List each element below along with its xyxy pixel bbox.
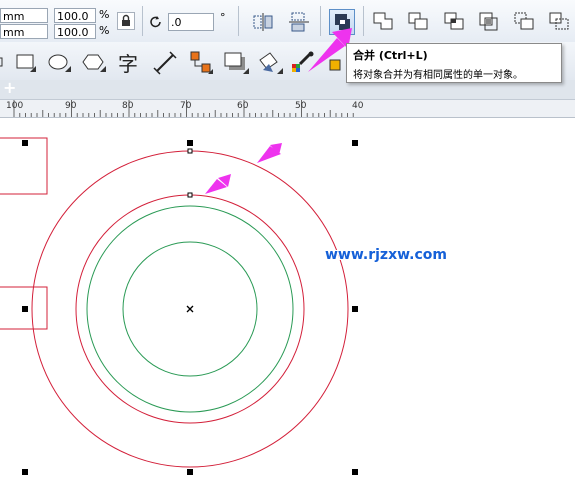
weld-icon[interactable] (372, 10, 394, 32)
ruler-label: 90 (65, 101, 77, 111)
partial-tool-icon[interactable] (0, 54, 8, 70)
ruler-label: 80 (122, 101, 134, 111)
selection-handles[interactable] (22, 140, 358, 475)
document-tab-strip: + (0, 78, 575, 100)
left-rectangle-top[interactable] (0, 137, 48, 195)
ellipse-tool-icon[interactable] (47, 52, 73, 74)
rotate-icon (150, 16, 161, 28)
rotation-field[interactable]: .0 (168, 13, 214, 31)
drawing-canvas[interactable] (0, 118, 575, 489)
ruler-label: 60 (237, 101, 249, 111)
center-marker-icon (186, 305, 194, 313)
mirror-horizontal-icon[interactable] (252, 12, 274, 32)
ruler-ticks (13, 100, 354, 117)
annotation-arrow-icon (205, 174, 231, 194)
ruler-label: 50 (295, 101, 307, 111)
transparency-tool-icon[interactable] (256, 50, 284, 76)
property-bar: mm mm 100.0 100.0 % % .0 ° (0, 0, 575, 43)
separator (363, 6, 364, 36)
add-tab-button[interactable]: + (3, 78, 16, 97)
polygon-tool-icon[interactable] (82, 52, 108, 74)
drop-shadow-tool-icon[interactable] (222, 50, 250, 76)
ruler-label: 40 (352, 101, 364, 111)
scale-y-field[interactable]: 100.0 (54, 24, 96, 39)
text-tool-icon[interactable]: 字 (118, 48, 138, 77)
front-minus-back-icon[interactable] (513, 10, 535, 32)
annotation-arrow-icon (257, 143, 282, 163)
ruler-label: 70 (180, 101, 192, 111)
degree-label: ° (220, 11, 226, 24)
connector-tool-icon[interactable] (188, 50, 214, 76)
percent-x-label: % (99, 8, 110, 21)
height-field[interactable]: mm (0, 24, 48, 39)
separator (238, 6, 239, 36)
simplify-icon[interactable] (478, 10, 500, 32)
intersect-icon[interactable] (443, 10, 465, 32)
back-minus-front-icon[interactable] (548, 10, 570, 32)
lock-icon (122, 14, 130, 26)
node-marker[interactable] (187, 192, 193, 198)
rectangle-tool-icon[interactable] (14, 52, 38, 74)
scale-x-field[interactable]: 100.0 (54, 8, 96, 23)
ruler-label: 100 (6, 101, 24, 111)
lock-ratio-button[interactable] (117, 12, 135, 30)
drawing-surface (0, 137, 358, 475)
combine-tooltip: 合并 (Ctrl+L) 将对象合并为有相同属性的单一对象。 (346, 43, 562, 83)
tooltip-title: 合并 (Ctrl+L) (353, 49, 428, 62)
node-marker[interactable] (187, 148, 193, 154)
tooltip-description: 将对象合并为有相同属性的单一对象。 (353, 70, 523, 81)
width-field[interactable]: mm (0, 8, 48, 23)
trim-icon[interactable] (407, 10, 429, 32)
watermark: www.rjzxw.com (325, 247, 447, 263)
horizontal-ruler: 100 90 80 70 60 50 40 (0, 100, 575, 118)
percent-y-label: % (99, 24, 110, 37)
separator (142, 6, 143, 36)
dimension-tool-icon[interactable] (152, 50, 178, 76)
